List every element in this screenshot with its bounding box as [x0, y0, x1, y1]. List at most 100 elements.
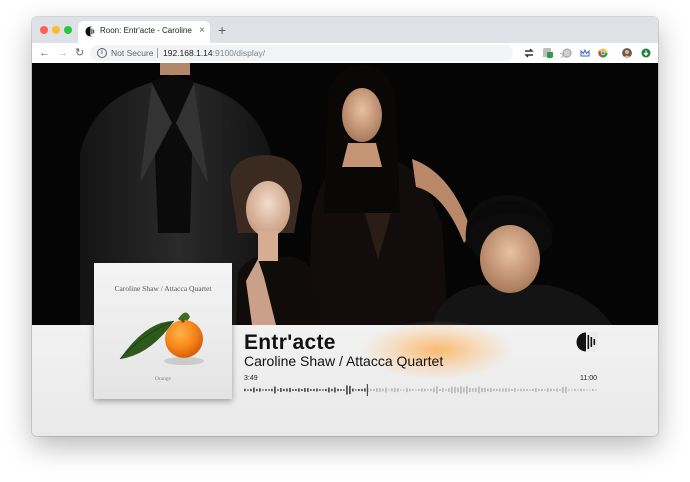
album-art[interactable]: Caroline Shaw / Attacca Quartet Orange: [94, 263, 232, 399]
waveform-bar: [553, 388, 555, 392]
waveform-bar: [463, 387, 465, 393]
waveform-bar: [394, 387, 396, 393]
waveform-bar: [283, 388, 285, 392]
circle-icon[interactable]: [562, 48, 572, 58]
waveform-bar: [496, 388, 498, 392]
waveform-bar: [427, 389, 429, 391]
waveform-bar: [562, 387, 564, 393]
waveform-bar: [364, 388, 366, 392]
waveform-bar: [316, 388, 318, 392]
waveform-bar: [421, 388, 423, 392]
waveform-bar: [298, 388, 300, 392]
waveform-bar: [592, 389, 594, 391]
waveform-bar: [322, 389, 324, 391]
window-minimize-button[interactable]: [52, 26, 60, 34]
waveform-seekbar[interactable]: [244, 383, 598, 397]
waveform-bar: [487, 388, 489, 392]
back-arrow-icon[interactable]: ←: [39, 45, 50, 61]
waveform-bar: [460, 386, 462, 394]
info-icon[interactable]: i: [97, 48, 107, 58]
waveform-bar: [484, 387, 486, 393]
waveform-bar: [370, 388, 372, 392]
waveform-bar: [529, 389, 531, 391]
waveform-bar: [265, 389, 267, 391]
waveform-bar: [361, 388, 363, 392]
waveform-bar: [271, 388, 273, 392]
reload-icon[interactable]: ↻: [75, 45, 84, 61]
waveform-bar: [346, 385, 348, 395]
browser-tab[interactable]: Roon: Entr'acte - Caroline Shaw ×: [78, 21, 210, 43]
waveform-bar: [493, 388, 495, 392]
waveform-bar: [289, 387, 291, 393]
waveform-bar: [538, 388, 540, 392]
time-elapsed: 3:49: [244, 375, 258, 382]
waveform-bar: [304, 388, 306, 392]
window-close-button[interactable]: [40, 26, 48, 34]
waveform-bar: [259, 388, 261, 392]
waveform-bar: [307, 388, 309, 392]
waveform-bar: [589, 389, 591, 391]
waveform-bar: [400, 389, 402, 391]
waveform-bar: [253, 387, 255, 393]
waveform-bar: [385, 387, 387, 393]
window-maximize-button[interactable]: [64, 26, 72, 34]
waveform-bar: [478, 386, 480, 394]
forward-arrow-icon[interactable]: →: [57, 45, 68, 61]
waveform-bar: [352, 388, 354, 392]
waveform-bar: [373, 388, 375, 392]
waveform-bar: [391, 388, 393, 392]
waveform-bar: [334, 387, 336, 393]
waveform-bar: [559, 389, 561, 391]
waveform-bar: [595, 389, 597, 391]
profile-avatar-icon[interactable]: [622, 48, 632, 58]
waveform-bar: [292, 389, 294, 391]
address-bar[interactable]: i Not Secure 192.168.1.14:9100/display/ …: [90, 45, 569, 61]
tab-strip: Roon: Entr'acte - Caroline Shaw × +: [32, 17, 658, 43]
waveform-bar: [439, 389, 441, 391]
waveform-bar: [475, 387, 477, 393]
waveform-bar: [244, 388, 246, 392]
browser-window: Roon: Entr'acte - Caroline Shaw × + ← → …: [32, 17, 658, 436]
playhead[interactable]: [366, 384, 368, 396]
waveform-bar: [556, 388, 558, 392]
waveform-bar: [466, 385, 468, 395]
waveform-bar: [406, 387, 408, 393]
sync-icon[interactable]: [524, 48, 534, 58]
waveform-bar: [448, 388, 450, 392]
waveform-bar: [277, 389, 279, 391]
waveform-bar: [577, 389, 579, 391]
waveform-bar: [520, 388, 522, 392]
artist-name[interactable]: Caroline Shaw / Attacca Quartet: [244, 353, 443, 369]
waveform-bar: [583, 389, 585, 391]
waveform-bar: [502, 388, 504, 392]
url-host: 192.168.1.14: [163, 48, 213, 58]
waveform-bar: [256, 388, 258, 392]
waveform-bar: [412, 389, 414, 391]
waveform-bar: [430, 388, 432, 392]
new-tab-button[interactable]: +: [218, 21, 226, 39]
chrome-icon[interactable]: [598, 48, 608, 58]
waveform-bar: [295, 389, 297, 391]
update-icon[interactable]: [641, 48, 651, 58]
waveform-bar: [550, 388, 552, 392]
waveform-bar: [418, 389, 420, 391]
waveform-bar: [328, 387, 330, 393]
browser-toolbar: ← → ↻ i Not Secure 192.168.1.14:9100/dis…: [32, 43, 658, 64]
waveform-bar: [445, 389, 447, 391]
crown-icon[interactable]: [580, 48, 590, 58]
waveform-bar: [574, 388, 576, 392]
waveform-bar: [403, 389, 405, 391]
waveform-bar: [388, 389, 390, 391]
waveform-bar: [331, 388, 333, 392]
url-text[interactable]: 192.168.1.14:9100/display/: [163, 47, 265, 59]
extension-badge-icon[interactable]: [543, 48, 553, 58]
waveform-bar: [499, 388, 501, 392]
waveform-bar: [442, 388, 444, 392]
waveform-bar: [454, 386, 456, 394]
waveform-bar: [376, 388, 378, 392]
waveform-bar: [325, 388, 327, 392]
roon-logo-icon: [576, 332, 598, 352]
tab-close-icon[interactable]: ×: [199, 24, 205, 38]
waveform-bar: [424, 388, 426, 392]
waveform-bar: [250, 388, 252, 392]
